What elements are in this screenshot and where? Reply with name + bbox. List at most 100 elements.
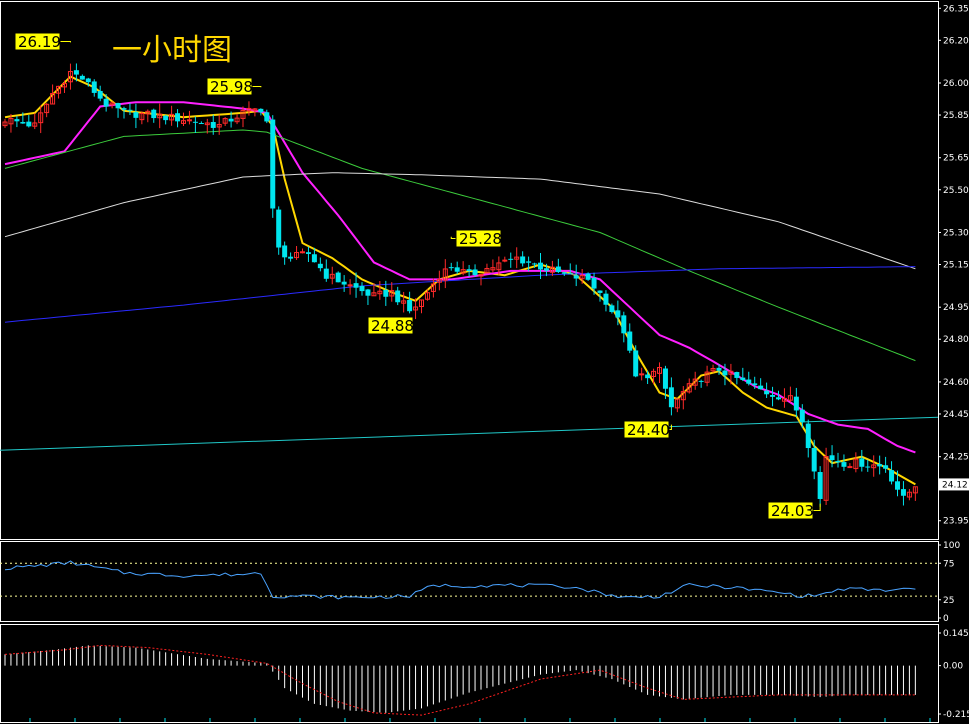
candle-body xyxy=(347,284,353,287)
candle-body xyxy=(811,447,817,472)
axis-tick-label: 25 xyxy=(943,596,954,606)
candle-body xyxy=(276,209,282,248)
axis-tick-label: 25.15 xyxy=(943,261,969,271)
candle-body xyxy=(115,103,121,109)
candle-body xyxy=(228,118,234,122)
axis-tick-label: 26.20 xyxy=(943,36,969,46)
axis-tick-label: 75 xyxy=(943,559,954,569)
candle-body xyxy=(609,305,615,313)
candle-body xyxy=(448,267,454,269)
candle-body xyxy=(740,377,746,380)
candle-body xyxy=(764,390,770,395)
candle-body xyxy=(734,372,740,378)
axis-tick-label: 0 xyxy=(943,614,949,624)
candle-body xyxy=(639,373,645,376)
candle-body xyxy=(288,256,294,259)
chart-title: 一小时图 xyxy=(112,33,232,68)
candle-body xyxy=(97,90,103,99)
candle-body xyxy=(26,121,32,127)
candle-body xyxy=(847,466,853,469)
candle-body xyxy=(543,268,549,271)
candle-body xyxy=(895,481,900,490)
annotation-label: 25.28 xyxy=(459,230,502,248)
candle-body xyxy=(615,310,621,318)
candle-body xyxy=(79,75,85,80)
candle-body xyxy=(466,269,472,272)
axis-tick-label: 25.30 xyxy=(943,228,969,238)
candle-body xyxy=(859,458,865,467)
candle-body xyxy=(311,254,317,263)
annotation-label: 25.98 xyxy=(210,78,253,96)
annotation-label: 26.19 xyxy=(18,33,61,51)
candle-body xyxy=(508,258,514,260)
candle-body xyxy=(752,383,758,386)
candle-body xyxy=(192,121,198,123)
candle-body xyxy=(526,261,532,263)
candle-body xyxy=(198,123,204,125)
axis-tick-label: 25.50 xyxy=(943,186,969,196)
candle-body xyxy=(532,263,538,265)
axis-tick-label: 24.95 xyxy=(943,303,969,313)
candle-body xyxy=(454,267,460,272)
candle-body xyxy=(597,290,603,293)
candle-body xyxy=(127,109,133,111)
axis-tick-label: 0.00 xyxy=(943,662,963,672)
axis-tick-label: -0.215 xyxy=(943,710,969,720)
candle-body xyxy=(799,409,805,423)
candle-body xyxy=(865,466,871,468)
candle-body xyxy=(573,275,579,279)
candle-body xyxy=(829,455,835,461)
candle xyxy=(270,115,276,218)
candle-body xyxy=(698,380,704,382)
candle-body xyxy=(365,289,371,296)
candle-body xyxy=(20,122,26,124)
candle-body xyxy=(561,272,567,274)
price-annotation: 24.88 xyxy=(367,316,414,335)
candle-body xyxy=(323,268,329,279)
candle-body xyxy=(805,423,811,449)
candle-body xyxy=(900,489,906,496)
axis-tick-label: 23.95 xyxy=(943,517,969,527)
candle-body xyxy=(746,379,752,384)
candle-body xyxy=(621,315,627,334)
candle-body xyxy=(538,262,543,270)
candle-body xyxy=(73,70,79,75)
candle-body xyxy=(210,122,216,128)
axis-tick-label: 0.145 xyxy=(943,629,969,639)
axis-tick-label: 26.00 xyxy=(943,79,969,89)
candle-body xyxy=(151,109,157,119)
candle-body xyxy=(305,252,311,254)
candle-body xyxy=(889,470,895,482)
candle-body xyxy=(716,367,722,371)
candle-body xyxy=(633,350,639,377)
candle-body xyxy=(359,286,365,292)
candle-body xyxy=(163,115,169,121)
candle-body xyxy=(103,98,109,107)
candle-body xyxy=(407,299,413,312)
candle xyxy=(335,271,341,283)
candle-body xyxy=(591,277,597,289)
candle-body xyxy=(353,283,359,288)
candle xyxy=(585,272,591,281)
candle-body xyxy=(502,259,508,262)
candle-body xyxy=(282,245,288,258)
candle-body xyxy=(877,464,883,467)
candle-body xyxy=(555,266,561,273)
candle-body xyxy=(758,385,764,390)
axis-tick-label: 25.65 xyxy=(943,154,969,164)
price-annotation: 24.40 xyxy=(623,420,672,439)
annotation-label: 24.88 xyxy=(371,317,414,335)
current-price-label: 24.12 xyxy=(942,480,968,490)
candle-body xyxy=(383,289,389,297)
axis-tick-label: 100 xyxy=(943,541,960,551)
candle-body xyxy=(300,251,305,254)
candle-body xyxy=(776,397,781,400)
candle-body xyxy=(175,113,181,122)
candle-body xyxy=(645,374,651,379)
candle-body xyxy=(585,273,591,280)
annotation-label: 24.03 xyxy=(771,502,814,520)
candle-body xyxy=(133,112,139,118)
candle-body xyxy=(770,395,776,397)
candle-body xyxy=(662,368,668,389)
candle-body xyxy=(258,108,264,113)
